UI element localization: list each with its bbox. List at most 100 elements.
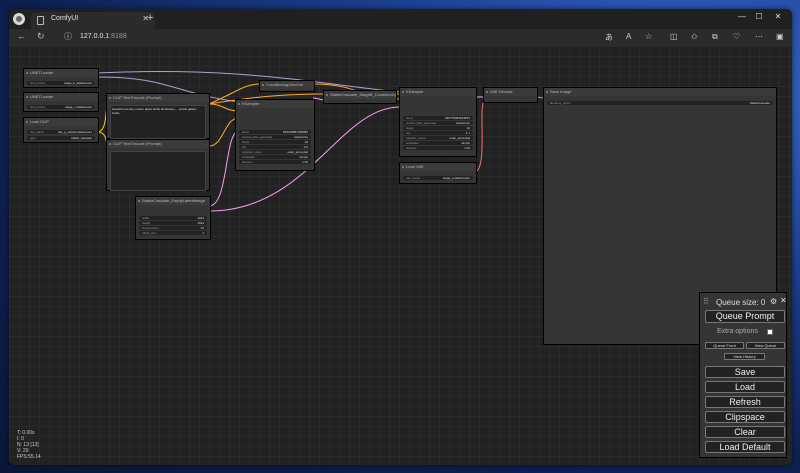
- widget-label: batch_size: [142, 231, 157, 235]
- widget-vae-name[interactable]: vae_name stage_a.safetensors: [403, 176, 473, 180]
- widget-denoise[interactable]: denoise 1.00: [239, 160, 311, 164]
- widget-label: height: [142, 221, 151, 225]
- tab-title: ComfyUI: [51, 15, 79, 22]
- favorites-icon[interactable]: ✩: [691, 32, 698, 41]
- more-menu-icon[interactable]: ⋯: [755, 32, 763, 41]
- widget-value: 1.00: [302, 160, 308, 164]
- extra-options-checkbox[interactable]: [767, 329, 773, 335]
- node-conditioning-zero-out[interactable]: ConditioningZeroOut: [259, 80, 315, 92]
- widget-value: 326776984919873: [444, 116, 470, 120]
- refresh-button[interactable]: Refresh: [705, 396, 785, 408]
- queue-size: Queue size: 0: [716, 298, 766, 307]
- widget-height[interactable]: height 1024: [139, 221, 207, 225]
- widget-sampler-name[interactable]: sampler_name euler_ancestral: [403, 136, 473, 140]
- widget-scheduler[interactable]: scheduler simple: [239, 155, 311, 159]
- drag-handle-icon[interactable]: ⠿: [703, 297, 709, 306]
- node-load-vae[interactable]: Load VAE vae_name stage_a.safetensors: [399, 162, 477, 184]
- widget-steps[interactable]: steps 20: [239, 140, 311, 144]
- url-host: 127.0.0.1: [80, 33, 110, 40]
- widget-seed[interactable]: seed 326776984919873: [403, 116, 473, 120]
- widget-cfg[interactable]: cfg 4.0: [239, 145, 311, 149]
- node-title: VAE Decode: [484, 88, 537, 96]
- widget-width[interactable]: width 1024: [139, 216, 207, 220]
- widget-unet-name[interactable]: unet_name stage_b_safetensors: [27, 81, 95, 85]
- widget-value: 1.1: [465, 131, 470, 135]
- window-close-icon[interactable]: ✕: [771, 12, 785, 21]
- widget-filename-prefix[interactable]: filename_prefix StableCascade: [547, 101, 773, 105]
- node-title: UNETLoader: [24, 69, 98, 77]
- widget-label: unet_name: [30, 105, 46, 109]
- link-model-b: [96, 71, 402, 93]
- node-unet-loader-b[interactable]: UNETLoader unet_name stage_b_safetensors: [23, 68, 99, 88]
- queue-front-button[interactable]: Queue Front: [705, 342, 744, 349]
- node-title: Load VAE: [400, 163, 476, 171]
- widget-value: clip_g_sa(s)ft.safetensors: [57, 130, 92, 134]
- widget-label: control_after_generate: [242, 135, 273, 139]
- widget-sampler-name[interactable]: sampler_name euler_ancestral: [239, 150, 311, 154]
- widget-label: unet_name: [30, 81, 46, 85]
- widget-scheduler[interactable]: scheduler simple: [403, 141, 473, 145]
- split-screen-icon[interactable]: ◫: [670, 32, 678, 41]
- widget-batch-size[interactable]: batch_size 1: [139, 231, 207, 235]
- collections-icon[interactable]: ⧉: [712, 32, 718, 42]
- widget-cfg[interactable]: cfg 1.1: [403, 131, 473, 135]
- widget-value: 4.0: [303, 145, 308, 149]
- queue-panel: ⠿ Queue size: 0 ⚙ ✕ Queue Prompt Extra o…: [699, 292, 787, 458]
- browser-tab[interactable]: ComfyUI ✕: [31, 12, 155, 29]
- extra-options-label: Extra options: [717, 328, 758, 335]
- node-clip-text-negative[interactable]: CLIP Text Encode (Prompt): [106, 139, 210, 191]
- node-clip-text-positive[interactable]: CLIP Text Encode (Prompt) beautiful scen…: [106, 93, 210, 139]
- maximize-icon[interactable]: ☐: [752, 12, 766, 21]
- widget-control-after-generate[interactable]: control_after_generate randomize: [403, 121, 473, 125]
- node-empty-latent[interactable]: StableCascade_EmptyLatentImage width 1024…: [135, 196, 211, 240]
- widget-seed[interactable]: seed 815138887938080: [239, 130, 311, 134]
- widget-unet-name[interactable]: unet_name stage_c.safetensors: [27, 105, 95, 109]
- widget-value: stage_a.safetensors: [442, 176, 470, 180]
- site-info-icon[interactable]: ⓘ: [64, 31, 72, 42]
- extension-icon[interactable]: ♡: [733, 32, 740, 41]
- address-bar[interactable]: ⓘ 127.0.0.1:8188: [58, 31, 618, 44]
- settings-gear-icon[interactable]: ⚙: [770, 297, 777, 306]
- widget-label: width: [142, 216, 150, 220]
- sidebar-icon[interactable]: ▣: [776, 32, 784, 41]
- widget-control-after-generate[interactable]: control_after_generate randomize: [239, 135, 311, 139]
- reload-icon[interactable]: ↻: [37, 31, 45, 42]
- widget-denoise[interactable]: denoise 1.00: [403, 146, 473, 150]
- comfyui-canvas[interactable]: UNETLoader unet_name stage_b_safetensors …: [9, 46, 792, 465]
- view-history-button[interactable]: View History: [724, 353, 765, 360]
- close-panel-icon[interactable]: ✕: [780, 296, 787, 305]
- clipspace-button[interactable]: Clipspace: [705, 411, 785, 423]
- widget-clip-type[interactable]: type stable_cascade: [27, 136, 95, 140]
- node-load-clip[interactable]: Load CLIP clip_name clip_g_sa(s)ft.safete…: [23, 117, 99, 143]
- new-tab-icon[interactable]: +: [147, 12, 153, 24]
- queue-prompt-button[interactable]: Queue Prompt: [705, 310, 785, 323]
- widget-label: compression: [142, 226, 160, 230]
- translate-icon[interactable]: あ: [605, 32, 613, 43]
- prompt-textarea[interactable]: [110, 151, 206, 191]
- navigation-bar: ← ↻ ⓘ 127.0.0.1:8188 あ A ☆ ◫ ✩ ⧉ ♡ ⋯ ▣: [9, 29, 792, 46]
- node-unet-loader-c[interactable]: UNETLoader unet_name stage_c.safetensors: [23, 92, 99, 112]
- read-aloud-icon[interactable]: A: [626, 32, 631, 41]
- widget-clip-name[interactable]: clip_name clip_g_sa(s)ft.safetensors: [27, 130, 95, 134]
- node-stageb-conditioning[interactable]: StableCascade_StageB_Conditioning: [323, 90, 397, 104]
- profile-avatar[interactable]: [13, 13, 25, 25]
- widget-label: sampler_name: [406, 136, 426, 140]
- load-default-button[interactable]: Load Default: [705, 441, 785, 453]
- widget-value: simple: [461, 141, 470, 145]
- minimize-icon[interactable]: —: [735, 12, 749, 21]
- widget-compression[interactable]: compression 42: [139, 226, 207, 230]
- back-icon[interactable]: ←: [17, 31, 26, 41]
- clear-button[interactable]: Clear: [705, 426, 785, 438]
- favorite-star-icon[interactable]: ☆: [645, 32, 652, 41]
- node-title: StableCascade_StageB_Conditioning: [324, 91, 396, 99]
- node-ksampler-c[interactable]: KSampler seed 815138887938080 control_aft…: [235, 99, 315, 171]
- node-vae-decode[interactable]: VAE Decode: [483, 87, 538, 103]
- prompt-textarea[interactable]: beautiful scenery nature glass bottle la…: [110, 105, 206, 139]
- save-button[interactable]: Save: [705, 366, 785, 378]
- widget-value: StableCascade: [749, 101, 770, 105]
- widget-steps[interactable]: steps 10: [403, 126, 473, 130]
- view-queue-button[interactable]: View Queue: [746, 342, 785, 349]
- load-button[interactable]: Load: [705, 381, 785, 393]
- node-title: ConditioningZeroOut: [260, 81, 314, 89]
- node-ksampler-b[interactable]: KSampler seed 326776984919873 control_aft…: [399, 87, 477, 157]
